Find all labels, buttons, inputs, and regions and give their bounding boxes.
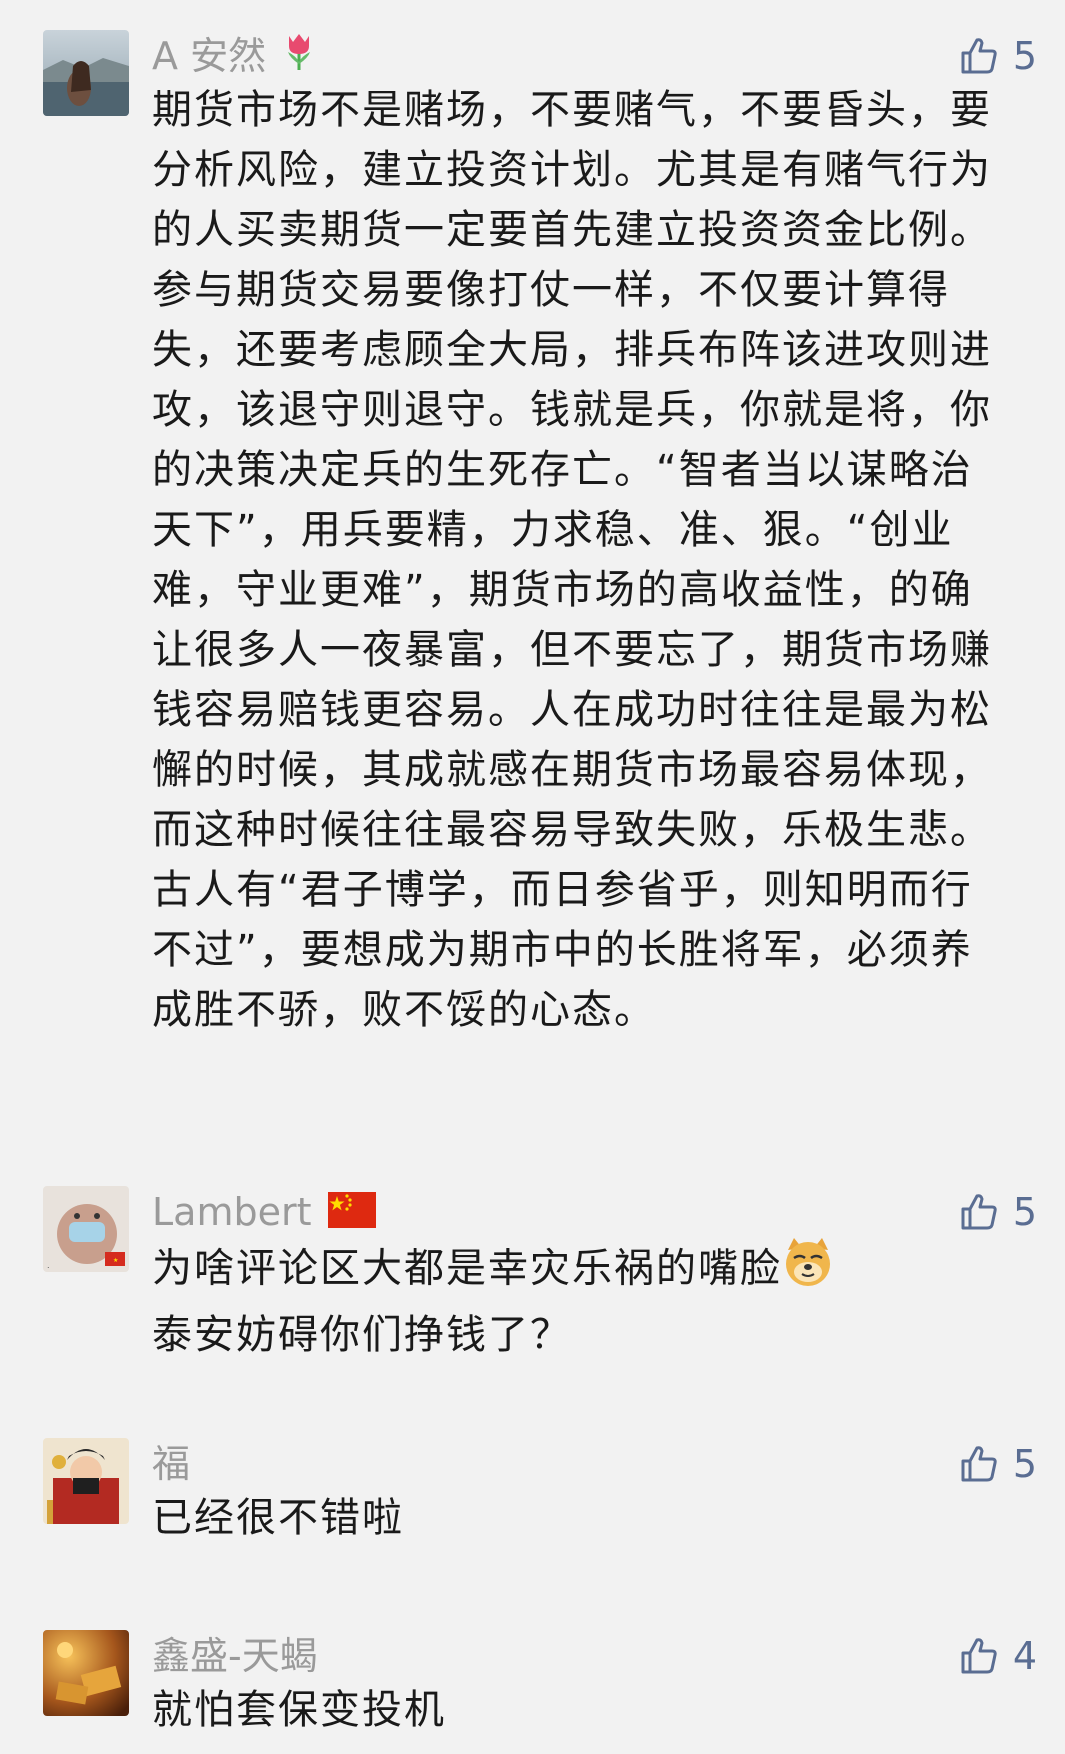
svg-text:.: . [47, 1261, 50, 1270]
tulip-icon [282, 32, 316, 85]
comment-text-line1: 为啥评论区大都是幸灾乐祸的嘴脸 [152, 1245, 782, 1292]
username-text: Lambert [152, 1190, 312, 1234]
comment-text: 已经很不错啦 [152, 1495, 404, 1541]
comment-text-line: 泰安妨碍你们挣钱了？ [152, 1312, 572, 1358]
avatar[interactable] [43, 30, 129, 116]
like-button[interactable]: 5 [959, 1438, 1037, 1490]
like-count: 5 [1012, 1190, 1037, 1234]
like-button[interactable]: 4 [959, 1630, 1037, 1682]
thumbs-up-icon [961, 1638, 997, 1674]
like-count: 5 [1012, 1442, 1037, 1486]
like-count: 5 [1012, 34, 1037, 78]
thumbs-up-icon [961, 38, 997, 74]
like-count: 4 [1012, 1634, 1037, 1678]
comment-text: 为啥评论区大都是幸灾乐祸的嘴脸 泰安妨碍你们挣钱了？ [152, 1236, 1002, 1365]
comment-text: 期货市场不是赌场，不要赌气，不要昏头，要分析风险，建立投资计划。尤其是有赌气行为… [152, 87, 992, 1033]
svg-text:★: ★ [113, 1257, 118, 1264]
thumbs-up-icon [961, 1446, 997, 1482]
avatar[interactable]: ★ . [43, 1186, 129, 1272]
username[interactable]: A 安然 [152, 30, 316, 85]
username[interactable]: 鑫盛-天蝎 [152, 1630, 318, 1682]
avatar[interactable] [43, 1438, 129, 1524]
username[interactable]: Lambert [152, 1186, 376, 1241]
thumbs-up-icon [961, 1194, 997, 1230]
china-flag-icon [327, 1189, 376, 1241]
comment-item: 鑫盛-天蝎 4 就怕套保变投机 [0, 1630, 1065, 1750]
comment-text: 就怕套保变投机 [152, 1687, 446, 1733]
username-text: A 安然 [152, 34, 267, 78]
like-button[interactable]: 5 [959, 1186, 1037, 1238]
avatar[interactable] [43, 1630, 129, 1716]
comment-text-line: 为啥评论区大都是幸灾乐祸的嘴脸 [152, 1236, 1002, 1305]
username[interactable]: 福 [152, 1438, 190, 1490]
comment-item: A 安然 5 期货市场不是赌场，不要赌气，不要昏头，要分析风险，建立投资计划。尤… [0, 30, 1065, 1033]
like-button[interactable]: 5 [959, 30, 1037, 82]
comment-item: ★ . Lambert 5 为啥评论区大都是幸灾乐祸的嘴脸 泰安妨碍你们挣钱了？ [0, 1186, 1065, 1358]
doge-icon [782, 1236, 834, 1305]
comment-item: 福 5 已经很不错啦 [0, 1438, 1065, 1558]
